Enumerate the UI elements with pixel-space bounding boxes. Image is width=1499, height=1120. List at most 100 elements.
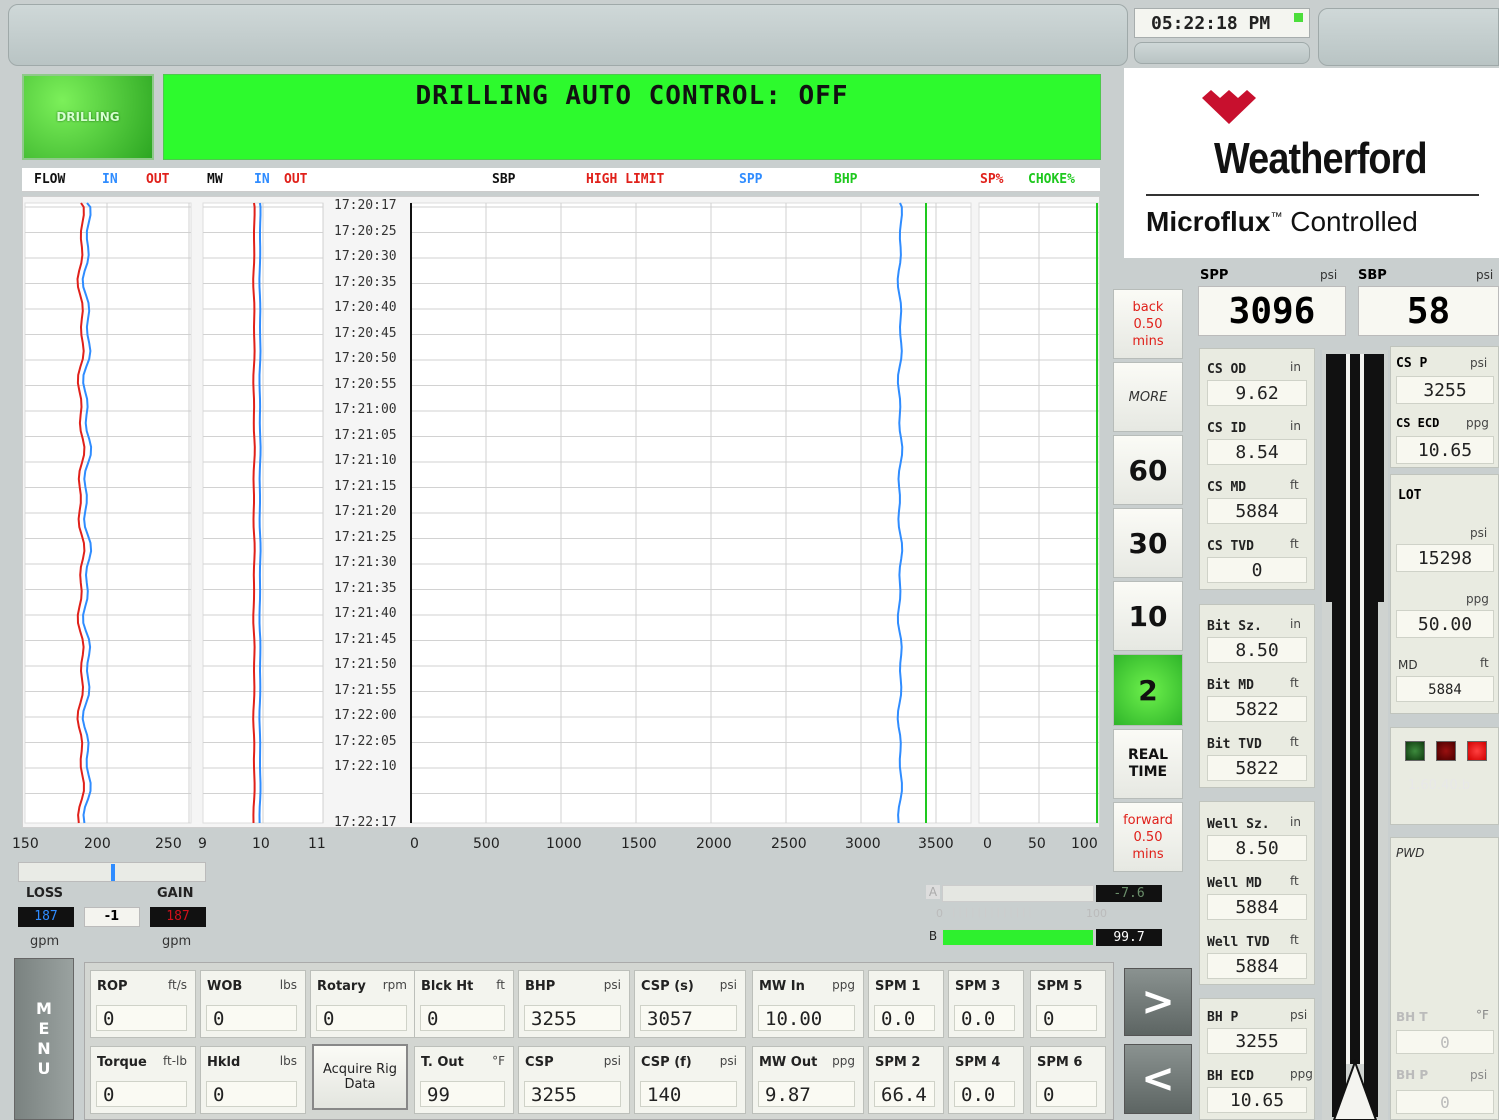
cell-label: Hkld xyxy=(207,1055,241,1070)
timestamp-label: 17:21:15 xyxy=(334,478,397,494)
choke-pct-header: CHOKE% xyxy=(1028,172,1075,187)
flow-header: FLOW xyxy=(34,172,66,187)
cell-label: SPM 4 xyxy=(955,1055,1001,1070)
cell-label: Blck Ht xyxy=(421,979,474,994)
forward-button[interactable]: forward 0.50 mins xyxy=(1113,802,1183,872)
axis-tick-label: 0 xyxy=(410,836,419,852)
next-page-button[interactable]: > xyxy=(1124,968,1192,1036)
cell-label: WOB xyxy=(207,979,243,994)
field-unit: in xyxy=(1290,360,1301,374)
bht-value: 0 xyxy=(1396,1030,1494,1054)
loss-gain-slider[interactable] xyxy=(18,862,206,882)
cell-unit: psi xyxy=(603,1054,621,1068)
cell-value: 0 xyxy=(1036,1005,1097,1031)
cell-label: BHP xyxy=(525,979,556,994)
data-cell: SPM 6 0 xyxy=(1030,1046,1106,1114)
flow-out-header: OUT xyxy=(146,172,170,187)
range-2-button[interactable]: 2 xyxy=(1113,654,1183,726)
cs-ecd-value: 10.65 xyxy=(1396,436,1494,464)
gain-unit: gpm xyxy=(162,934,192,949)
realtime-button[interactable]: REAL TIME xyxy=(1113,729,1183,799)
timestamp-label: 17:20:35 xyxy=(334,274,397,290)
slider-thumb[interactable] xyxy=(111,864,115,881)
timestamp-label: 17:20:50 xyxy=(334,351,397,366)
menu-button[interactable]: M E N U xyxy=(14,958,74,1120)
field-label: CS TVD xyxy=(1207,539,1254,554)
top-bar xyxy=(8,4,1128,66)
field-value: 8.54 xyxy=(1207,439,1307,465)
wellbore-diagram xyxy=(1322,350,1388,1120)
gauge-b-bar xyxy=(942,929,1094,946)
auto-control-banner: DRILLING AUTO CONTROL: OFF xyxy=(163,74,1101,160)
timestamp-label: 17:20:55 xyxy=(334,376,397,392)
timestamp-label: 17:21:10 xyxy=(334,453,397,468)
field-value: 5822 xyxy=(1207,696,1307,722)
field-label: Well MD xyxy=(1207,876,1262,891)
cell-label: MW In xyxy=(759,979,805,994)
range-30-button[interactable]: 30 xyxy=(1113,508,1183,578)
green-led-icon xyxy=(1405,741,1425,761)
acquire-rig-data-button[interactable]: Acquire Rig Data xyxy=(312,1044,408,1110)
data-cell: SPM 1 0.0 xyxy=(868,970,944,1038)
field-unit: ft xyxy=(1290,735,1299,749)
range-2-label: 2 xyxy=(1138,673,1158,707)
field-label: Bit MD xyxy=(1207,678,1254,693)
timestamp-label: 17:20:17 xyxy=(334,198,397,213)
cell-unit: lbs xyxy=(279,978,297,992)
axis-tick-label: 150 xyxy=(12,836,39,852)
loss-value: 187 xyxy=(18,907,74,927)
pwd-bhp-value: 0 xyxy=(1396,1090,1494,1114)
csp-label: CS P xyxy=(1396,356,1428,371)
range-10-button[interactable]: 10 xyxy=(1113,581,1183,651)
mw-in-trace xyxy=(258,202,262,824)
back-button[interactable]: back 0.50 mins xyxy=(1113,289,1183,359)
data-cell: SPM 2 66.4 xyxy=(868,1046,944,1114)
more-button[interactable]: MORE xyxy=(1113,362,1183,432)
field-label: CS OD xyxy=(1207,362,1247,377)
field-unit: ft xyxy=(1290,933,1299,947)
axis-tick-label: 250 xyxy=(155,836,182,852)
spp-unit: psi xyxy=(1320,268,1338,282)
field-value: 0 xyxy=(1207,557,1307,583)
gauge-scale-min: 0 xyxy=(936,907,943,920)
drilling-mode-button[interactable]: DRILLING xyxy=(22,74,154,160)
acquire-label: Acquire Rig Data xyxy=(322,1062,397,1092)
cell-value: 140 xyxy=(640,1081,737,1107)
data-cell: Blck Ht ft 0 xyxy=(414,970,514,1038)
pwd-bhp-label: BH P xyxy=(1396,1068,1429,1082)
cell-label: SPM 2 xyxy=(875,1055,921,1070)
cell-label: CSP (s) xyxy=(641,979,694,994)
timestamp-label: 17:21:30 xyxy=(334,555,397,570)
data-cell: BHP psi 3255 xyxy=(518,970,630,1038)
menu-letter: M xyxy=(36,999,52,1018)
loss-unit: gpm xyxy=(30,934,60,949)
chevron-left-icon: < xyxy=(1141,1056,1175,1102)
gauge-b-label: B xyxy=(928,929,938,943)
cell-label: CSP (f) xyxy=(641,1055,692,1070)
field-value: 5884 xyxy=(1207,894,1307,920)
field-unit: in xyxy=(1290,419,1301,433)
gain-label: GAIN xyxy=(157,886,194,901)
data-cell: CSP psi 3255 xyxy=(518,1046,630,1114)
timestamp-label: 17:20:40 xyxy=(334,300,397,315)
prev-page-button[interactable]: < xyxy=(1124,1044,1192,1114)
clock-base xyxy=(1134,42,1310,64)
cell-unit: ft xyxy=(496,978,505,992)
field-unit: ft xyxy=(1290,676,1299,690)
field-unit: ft xyxy=(1290,874,1299,888)
back-label: back xyxy=(1132,299,1164,315)
timestamp-label: 17:21:20 xyxy=(334,504,397,519)
lot-md-value: 5884 xyxy=(1396,676,1494,702)
cell-value: 9.87 xyxy=(758,1081,855,1107)
field-value: 5884 xyxy=(1207,498,1307,524)
data-cell: WOB lbs 0 xyxy=(200,970,306,1038)
field-unit: in xyxy=(1290,815,1301,829)
field-value: 8.50 xyxy=(1207,835,1307,861)
timestamp-label: 17:22:00 xyxy=(334,708,397,723)
field-label: Well Sz. xyxy=(1207,817,1270,832)
field-value: 5822 xyxy=(1207,755,1307,781)
cell-value: 3255 xyxy=(524,1081,621,1107)
axis-tick-label: 3000 xyxy=(845,836,881,852)
back-unit: mins xyxy=(1132,333,1164,349)
range-60-button[interactable]: 60 xyxy=(1113,435,1183,505)
